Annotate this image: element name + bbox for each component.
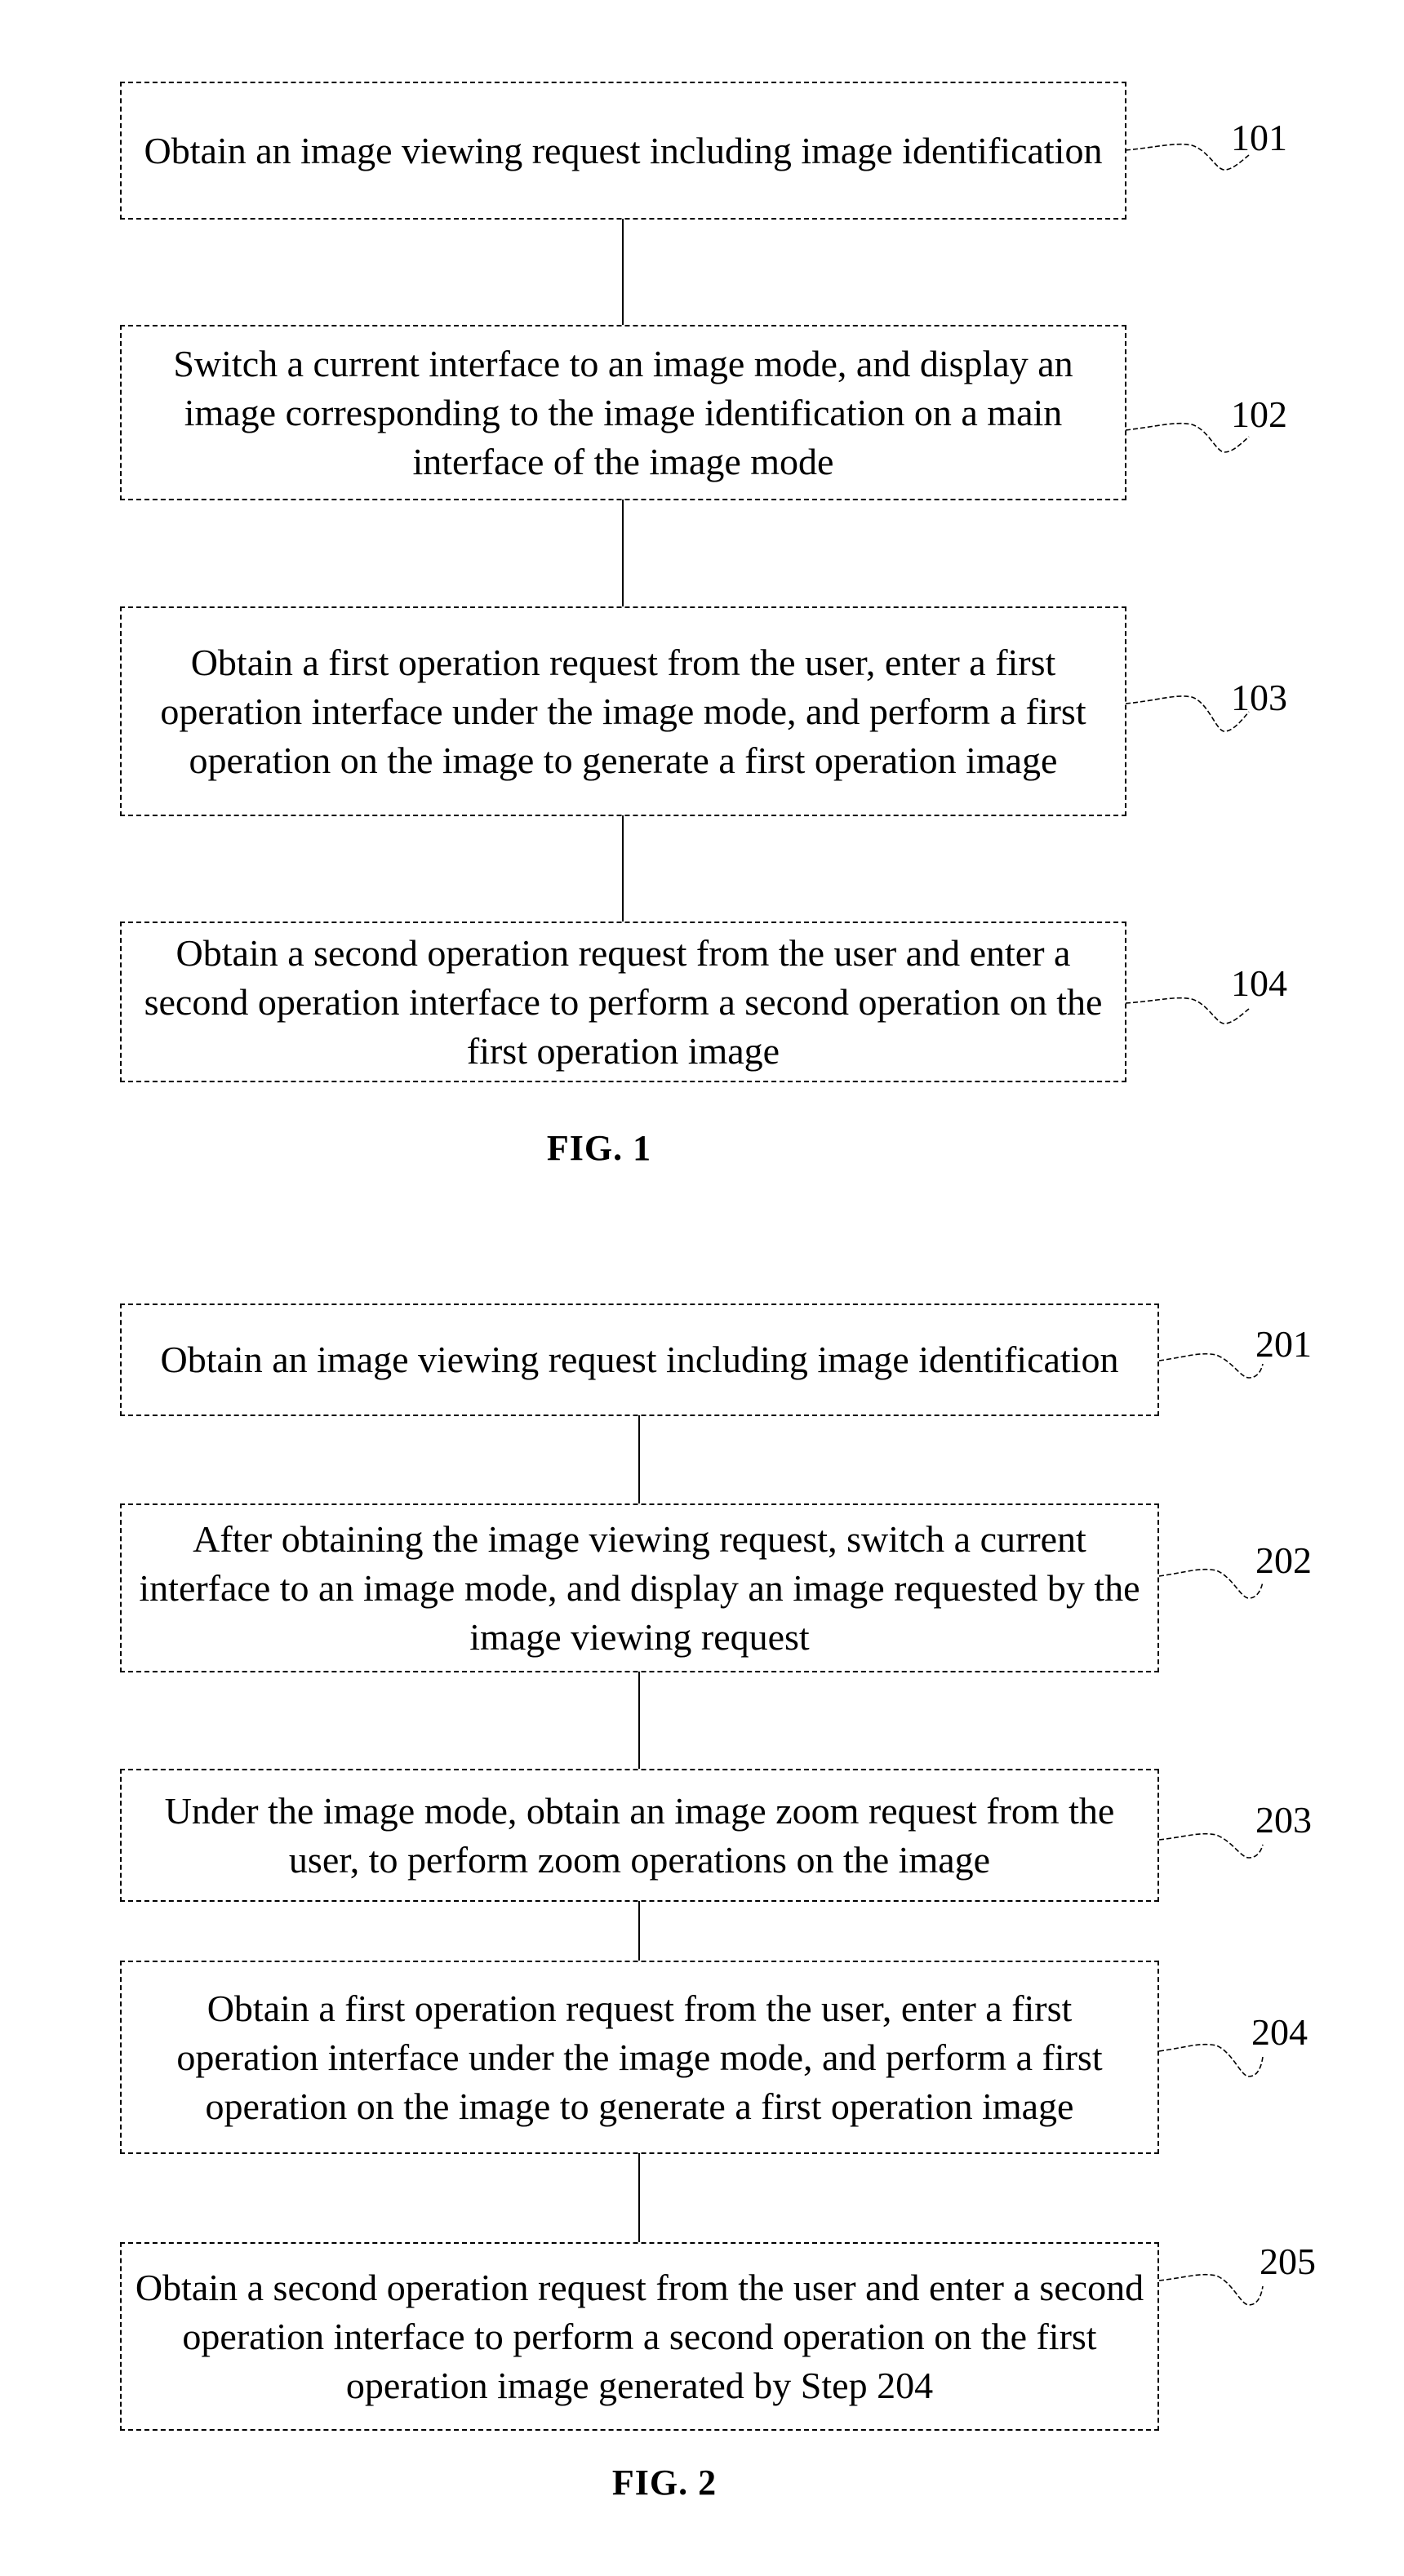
ref-label-104: 104 bbox=[1231, 962, 1287, 1004]
flow-step-102: Switch a current interface to an image m… bbox=[120, 325, 1126, 500]
flow-connector bbox=[638, 2153, 640, 2243]
figure-caption: FIG. 1 bbox=[546, 1128, 652, 1168]
flow-step-202: After obtaining the image viewing reques… bbox=[120, 1503, 1159, 1672]
step-text: Switch a current interface to an image m… bbox=[173, 342, 1073, 482]
flow-step-201: Obtain an image viewing request includin… bbox=[120, 1304, 1159, 1416]
ref-label-203: 203 bbox=[1255, 1799, 1312, 1841]
leader-line-205 bbox=[1158, 2273, 1264, 2306]
flow-step-204: Obtain a first operation request from th… bbox=[120, 1961, 1159, 2154]
leader-line-201 bbox=[1158, 1352, 1264, 1379]
flow-connector bbox=[638, 1901, 640, 1961]
step-text: Obtain a first operation request from th… bbox=[160, 641, 1086, 781]
leader-line-202 bbox=[1158, 1568, 1264, 1599]
flow-connector bbox=[622, 815, 624, 922]
figure-caption: FIG. 2 bbox=[611, 2463, 718, 2503]
ref-label-202: 202 bbox=[1255, 1539, 1312, 1581]
step-text: After obtaining the image viewing reques… bbox=[139, 1517, 1140, 1658]
ref-label-204: 204 bbox=[1251, 2011, 1308, 2053]
step-text: Obtain a first operation request from th… bbox=[176, 1987, 1103, 2127]
flow-connector bbox=[638, 1415, 640, 1504]
ref-label-103: 103 bbox=[1231, 677, 1287, 718]
ref-label-201: 201 bbox=[1255, 1323, 1312, 1365]
flow-connector bbox=[638, 1672, 640, 1770]
step-text: Obtain a second operation request from t… bbox=[135, 2266, 1144, 2406]
flow-step-203: Under the image mode, obtain an image zo… bbox=[120, 1769, 1159, 1902]
leader-line-204 bbox=[1158, 2043, 1264, 2077]
step-text: Obtain a second operation request from t… bbox=[144, 931, 1103, 1072]
flow-step-205: Obtain a second operation request from t… bbox=[120, 2242, 1159, 2431]
ref-label-101: 101 bbox=[1231, 117, 1287, 158]
flow-step-103: Obtain a first operation request from th… bbox=[120, 606, 1126, 816]
ref-label-102: 102 bbox=[1231, 393, 1287, 435]
flow-connector bbox=[622, 219, 624, 326]
step-text: Obtain an image viewing request includin… bbox=[160, 1339, 1119, 1380]
leader-line-203 bbox=[1158, 1832, 1264, 1859]
flow-connector bbox=[622, 500, 624, 607]
ref-label-205: 205 bbox=[1260, 2241, 1316, 2282]
flow-step-104: Obtain a second operation request from t… bbox=[120, 922, 1126, 1082]
flow-step-101: Obtain an image viewing request includin… bbox=[120, 82, 1126, 220]
step-text: Obtain an image viewing request includin… bbox=[144, 129, 1103, 171]
step-text: Under the image mode, obtain an image zo… bbox=[164, 1789, 1115, 1881]
